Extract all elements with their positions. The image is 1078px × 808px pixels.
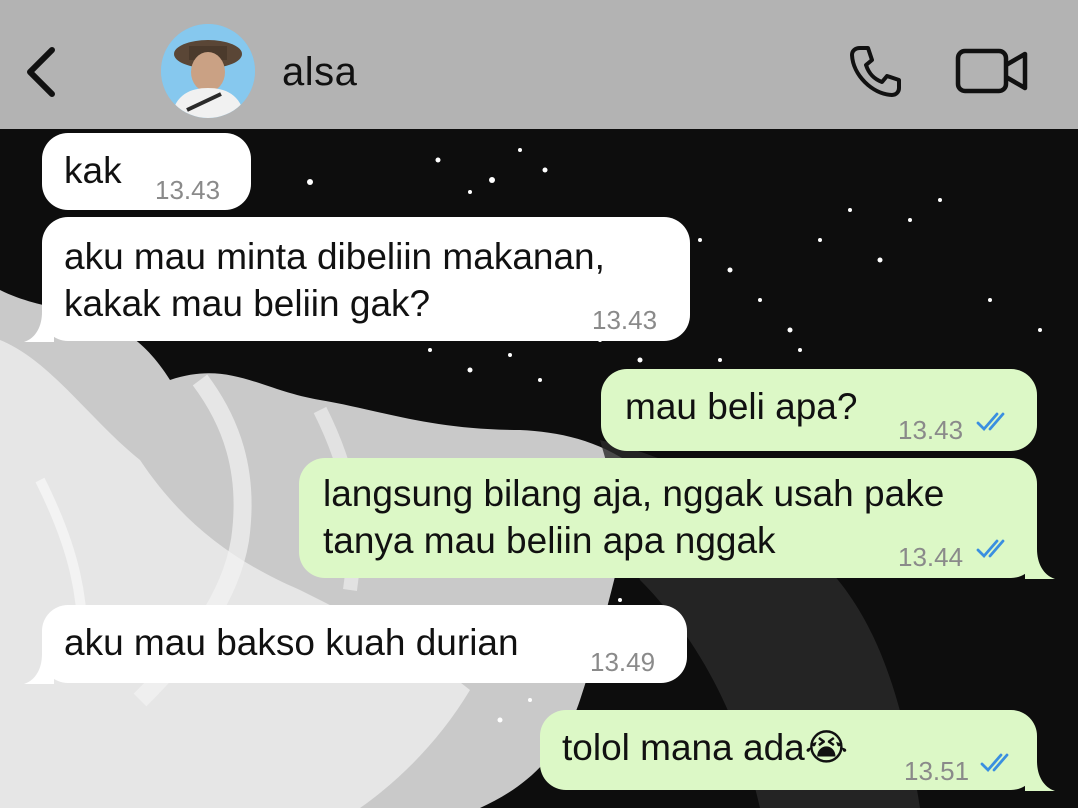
message-text: tolol mana ada😭 bbox=[562, 727, 848, 768]
message-time: 13.43 bbox=[898, 415, 964, 445]
read-receipt-icon bbox=[976, 412, 1005, 432]
voice-call-button[interactable] bbox=[846, 42, 904, 100]
message-time: 13.44 bbox=[898, 542, 964, 572]
message-time: 13.43 bbox=[592, 305, 658, 335]
message-time: 13.49 bbox=[590, 647, 656, 677]
message-time: 13.43 bbox=[155, 175, 221, 205]
avatar-image bbox=[161, 24, 255, 118]
avatar[interactable] bbox=[161, 24, 255, 118]
video-camera-icon bbox=[955, 48, 1028, 94]
message-time: 13.51 bbox=[904, 756, 970, 786]
bubble-tail bbox=[1025, 761, 1055, 791]
back-button[interactable] bbox=[18, 44, 62, 100]
chat-header: alsa bbox=[0, 0, 1078, 129]
chevron-left-icon bbox=[27, 47, 55, 97]
message-text: aku mau minta dibeliin makanan, kakak ma… bbox=[64, 236, 605, 324]
outgoing-message[interactable]: tolol mana ada😭 13.51 bbox=[540, 710, 1055, 791]
message-text: mau beli apa? bbox=[625, 386, 858, 427]
bubble-tail bbox=[24, 312, 54, 342]
incoming-message[interactable]: aku mau minta dibeliin makanan, kakak ma… bbox=[24, 217, 690, 342]
message-text: aku mau bakso kuah durian bbox=[64, 622, 519, 663]
message-text: kak bbox=[64, 150, 122, 191]
contact-name[interactable]: alsa bbox=[282, 50, 357, 95]
bubble-tail bbox=[24, 654, 54, 684]
video-call-button[interactable] bbox=[955, 48, 1029, 94]
phone-icon bbox=[850, 46, 901, 97]
outgoing-message[interactable]: langsung bilang aja, nggak usah pake tan… bbox=[299, 458, 1055, 579]
message-text: langsung bilang aja, nggak usah pake tan… bbox=[323, 473, 945, 561]
read-receipt-icon bbox=[980, 753, 1009, 773]
bubble-tail bbox=[1025, 549, 1055, 579]
outgoing-message[interactable]: mau beli apa? 13.43 bbox=[601, 369, 1037, 451]
read-receipt-icon bbox=[976, 539, 1005, 559]
incoming-message[interactable]: aku mau bakso kuah durian 13.49 bbox=[24, 605, 687, 684]
incoming-message[interactable]: kak 13.43 bbox=[42, 133, 251, 210]
